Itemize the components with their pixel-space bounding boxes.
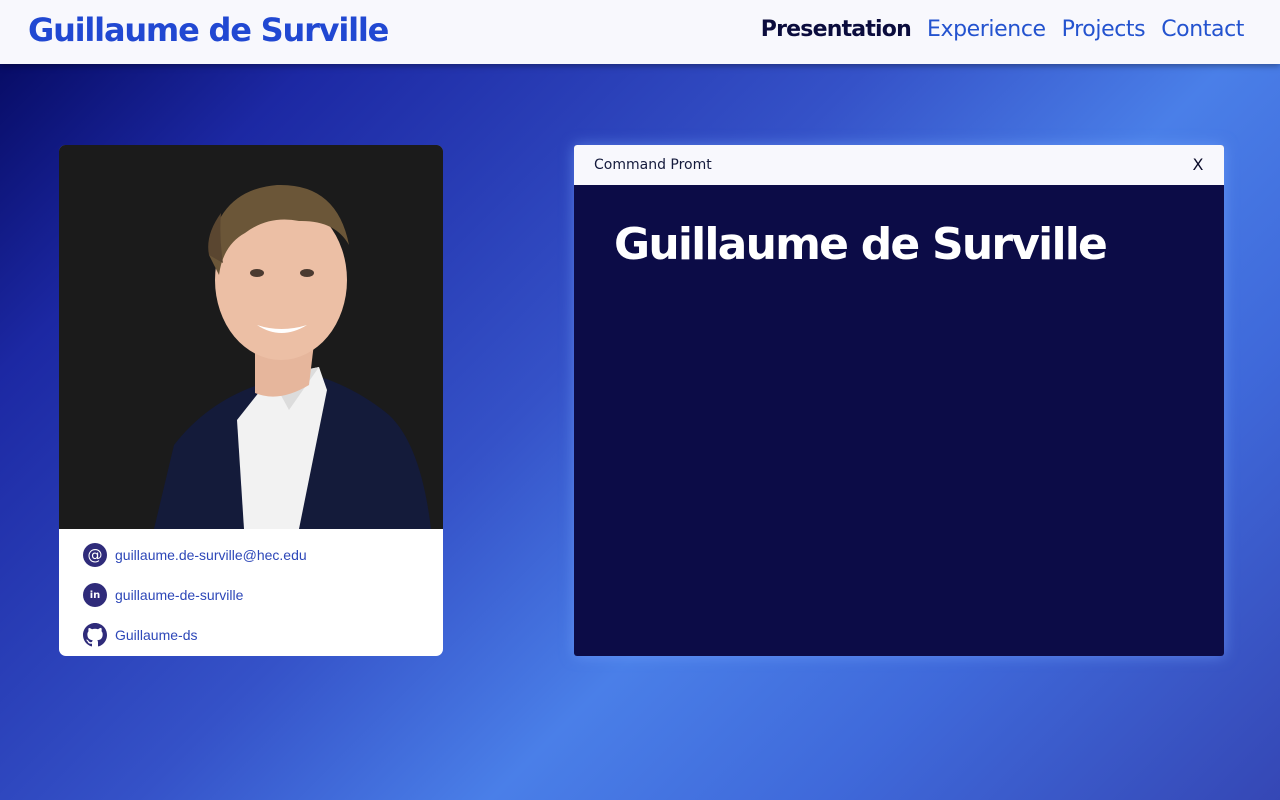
at-icon: @ xyxy=(83,543,107,567)
site-brand[interactable]: Guillaume de Surville xyxy=(28,11,389,49)
contact-email[interactable]: @ guillaume.de-surville@hec.edu xyxy=(83,543,307,567)
nav-presentation[interactable]: Presentation xyxy=(761,17,912,42)
contact-linkedin[interactable]: in guillaume-de-surville xyxy=(83,583,307,607)
linkedin-icon: in xyxy=(83,583,107,607)
command-prompt-window: Command Promt X Guillaume de Surville xyxy=(574,145,1224,656)
nav-experience[interactable]: Experience xyxy=(927,17,1046,42)
window-titlebar[interactable]: Command Promt X xyxy=(574,145,1224,185)
nav-contact[interactable]: Contact xyxy=(1161,17,1244,42)
profile-photo xyxy=(59,145,443,529)
contact-github[interactable]: Guillaume-ds xyxy=(83,623,307,647)
main-nav: Presentation Experience Projects Contact xyxy=(761,17,1245,42)
terminal-heading: Guillaume de Surville xyxy=(614,219,1108,270)
close-button[interactable]: X xyxy=(1188,155,1208,175)
window-title: Command Promt xyxy=(594,157,712,173)
top-navbar: Guillaume de Surville Presentation Exper… xyxy=(0,0,1280,64)
linkedin-link[interactable]: guillaume-de-surville xyxy=(115,587,243,603)
github-link[interactable]: Guillaume-ds xyxy=(115,627,197,643)
github-icon xyxy=(83,623,107,647)
profile-card: @ guillaume.de-surville@hec.edu in guill… xyxy=(59,145,443,656)
nav-projects[interactable]: Projects xyxy=(1062,17,1146,42)
contact-list: @ guillaume.de-surville@hec.edu in guill… xyxy=(83,543,307,656)
email-link[interactable]: guillaume.de-surville@hec.edu xyxy=(115,547,307,563)
